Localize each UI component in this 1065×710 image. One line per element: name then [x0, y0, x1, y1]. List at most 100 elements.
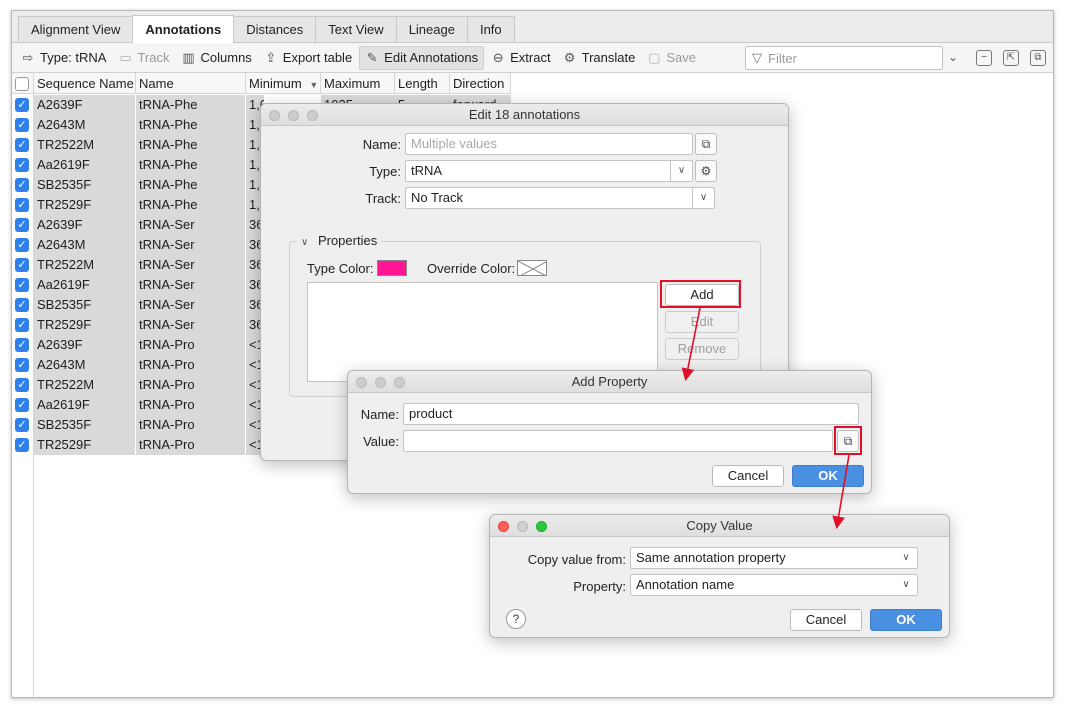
cell-name[interactable]: tRNA-Ser [136, 235, 245, 255]
cell-name[interactable]: tRNA-Ser [136, 255, 245, 275]
cell-sequence-name[interactable]: TR2529F [34, 315, 135, 335]
cancel-button[interactable]: Cancel [712, 465, 784, 487]
cell-sequence-name[interactable]: Aa2619F [34, 155, 135, 175]
row-checkbox[interactable]: ✓ [15, 218, 29, 232]
cell-sequence-name[interactable]: A2643M [34, 355, 135, 375]
header-length[interactable]: Length [395, 73, 450, 94]
filter-input[interactable]: ▽ Filter [745, 46, 943, 70]
row-checkbox[interactable]: ✓ [15, 118, 29, 132]
property-value-field[interactable] [403, 430, 833, 452]
close-icon[interactable] [269, 110, 280, 121]
ok-button[interactable]: OK [792, 465, 864, 487]
row-checkbox[interactable]: ✓ [15, 438, 29, 452]
track-combo[interactable]: No Track ∨ [405, 187, 715, 209]
cell-sequence-name[interactable]: TR2522M [34, 135, 135, 155]
export-table-button[interactable]: ⇪ Export table [259, 46, 357, 70]
detach-icon[interactable]: ⧉ [1030, 50, 1046, 66]
properties-list[interactable] [307, 282, 658, 382]
type-color-swatch[interactable] [377, 260, 407, 276]
zoom-icon[interactable] [394, 377, 405, 388]
cell-name[interactable]: tRNA-Pro [136, 375, 245, 395]
collapse-icon[interactable]: − [976, 50, 992, 66]
cell-sequence-name[interactable]: A2639F [34, 95, 135, 115]
header-direction[interactable]: Direction [450, 73, 511, 94]
property-combo[interactable]: Annotation name ∨ [630, 574, 918, 596]
columns-button[interactable]: ▥ Columns [177, 46, 257, 70]
cell-sequence-name[interactable]: TR2522M [34, 255, 135, 275]
properties-header[interactable]: ∨ Properties [297, 233, 382, 248]
cell-name[interactable]: tRNA-Phe [136, 115, 245, 135]
row-checkbox[interactable]: ✓ [15, 158, 29, 172]
restore-icon[interactable]: ⇱ [1003, 50, 1019, 66]
edit-property-button[interactable]: Edit [665, 311, 739, 333]
cell-sequence-name[interactable]: TR2522M [34, 375, 135, 395]
cell-name[interactable]: tRNA-Phe [136, 155, 245, 175]
close-icon[interactable] [498, 521, 509, 532]
tab-lineage[interactable]: Lineage [395, 16, 468, 42]
tab-info[interactable]: Info [466, 16, 515, 42]
row-checkbox[interactable]: ✓ [15, 378, 29, 392]
row-checkbox[interactable]: ✓ [15, 358, 29, 372]
save-button[interactable]: ▢ Save [642, 46, 701, 70]
translate-button[interactable]: ⚙ Translate [558, 46, 641, 70]
type-combo[interactable]: tRNA ∨ [405, 160, 693, 182]
copy-from-combo[interactable]: Same annotation property ∨ [630, 547, 918, 569]
cell-name[interactable]: tRNA-Pro [136, 335, 245, 355]
help-icon[interactable]: ? [506, 609, 526, 629]
cell-sequence-name[interactable]: SB2535F [34, 175, 135, 195]
cell-name[interactable]: tRNA-Phe [136, 95, 245, 115]
remove-property-button[interactable]: Remove [665, 338, 739, 360]
cell-name[interactable]: tRNA-Ser [136, 295, 245, 315]
cell-name[interactable]: tRNA-Pro [136, 415, 245, 435]
name-field[interactable]: Multiple values [405, 133, 693, 155]
row-checkbox[interactable]: ✓ [15, 138, 29, 152]
cell-sequence-name[interactable]: A2643M [34, 115, 135, 135]
cell-name[interactable]: tRNA-Pro [136, 355, 245, 375]
row-checkbox[interactable]: ✓ [15, 418, 29, 432]
row-checkbox[interactable]: ✓ [15, 318, 29, 332]
cell-name[interactable]: tRNA-Ser [136, 315, 245, 335]
close-icon[interactable] [356, 377, 367, 388]
minimize-icon[interactable] [517, 521, 528, 532]
row-checkbox[interactable]: ✓ [15, 258, 29, 272]
ok-button[interactable]: OK [870, 609, 942, 631]
row-checkbox[interactable]: ✓ [15, 398, 29, 412]
copy-value-icon[interactable]: ⧉ [695, 133, 717, 155]
override-color-swatch[interactable] [517, 260, 547, 276]
row-checkbox[interactable]: ✓ [15, 278, 29, 292]
edit-annotations-button[interactable]: ✎ Edit Annotations [359, 45, 485, 70]
zoom-icon[interactable] [536, 521, 547, 532]
cell-sequence-name[interactable]: A2643M [34, 235, 135, 255]
cell-sequence-name[interactable]: SB2535F [34, 295, 135, 315]
zoom-icon[interactable] [307, 110, 318, 121]
row-checkbox[interactable]: ✓ [15, 178, 29, 192]
gear-icon[interactable]: ⚙ [695, 160, 717, 182]
cell-name[interactable]: tRNA-Phe [136, 135, 245, 155]
tab-distances[interactable]: Distances [233, 16, 317, 42]
property-name-field[interactable]: product [403, 403, 859, 425]
row-checkbox[interactable]: ✓ [15, 238, 29, 252]
row-checkbox[interactable]: ✓ [15, 298, 29, 312]
header-minimum[interactable]: Minimum ▼ [246, 73, 321, 94]
row-checkbox[interactable]: ✓ [15, 98, 29, 112]
header-sequence-name[interactable]: Sequence Name [34, 73, 136, 94]
cell-sequence-name[interactable]: TR2529F [34, 435, 135, 455]
track-button[interactable]: ▭ Track [113, 46, 174, 70]
type-button[interactable]: ⇨ Type: tRNA [16, 46, 111, 70]
select-all-checkbox[interactable] [15, 77, 29, 91]
header-select-all[interactable] [12, 73, 34, 94]
header-name[interactable]: Name [136, 73, 246, 94]
minimize-icon[interactable] [288, 110, 299, 121]
extract-button[interactable]: ⊖ Extract [486, 46, 555, 70]
cell-name[interactable]: tRNA-Phe [136, 175, 245, 195]
chevron-down-icon[interactable]: ⌄ [948, 50, 958, 64]
cell-name[interactable]: tRNA-Pro [136, 435, 245, 455]
tab-text-view[interactable]: Text View [315, 16, 397, 42]
cell-name[interactable]: tRNA-Pro [136, 395, 245, 415]
row-checkbox[interactable]: ✓ [15, 198, 29, 212]
minimize-icon[interactable] [375, 377, 386, 388]
cell-sequence-name[interactable]: A2639F [34, 335, 135, 355]
cell-sequence-name[interactable]: A2639F [34, 215, 135, 235]
header-maximum[interactable]: Maximum [321, 73, 395, 94]
cell-sequence-name[interactable]: TR2529F [34, 195, 135, 215]
